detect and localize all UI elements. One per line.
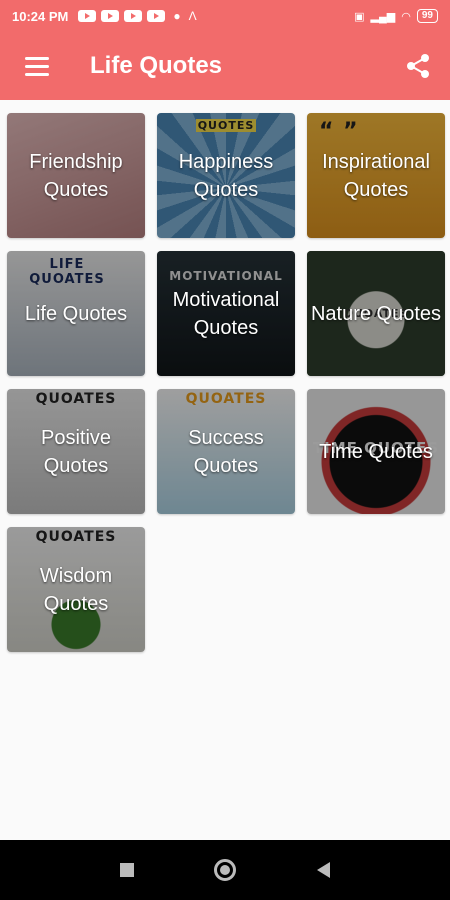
category-label: Nature Quotes: [310, 302, 442, 325]
recents-button[interactable]: [120, 863, 135, 877]
category-tile-positive[interactable]: QUOATES Positive Quotes: [7, 389, 145, 514]
youtube-notification-icon: [124, 10, 143, 22]
home-button[interactable]: [214, 859, 237, 881]
category-tile-wisdom[interactable]: QUOATES Wisdom Quotes: [7, 527, 145, 652]
category-tile-time[interactable]: TIME QUOTES Time Quotes: [307, 389, 445, 514]
system-icons: ▣ ▂▄▆ ◠ 99: [354, 9, 438, 23]
youtube-notification-icon: [147, 10, 166, 22]
category-tile-success[interactable]: QUOATES Success Quotes: [157, 389, 295, 514]
status-bar: 10:24 PM ● Λ ▣ ▂▄▆ ◠ 99: [0, 0, 450, 32]
category-label: Happiness Quotes: [178, 150, 274, 201]
warning-notification-icon: Λ: [188, 9, 197, 23]
category-tile-nature[interactable]: QUOATES Nature Quotes: [307, 251, 445, 376]
battery-icon: 99: [416, 9, 438, 23]
status-time: 10:24 PM: [12, 8, 69, 24]
menu-icon[interactable]: [14, 43, 60, 89]
category-tile-friendship[interactable]: Friendship Quotes: [7, 113, 145, 238]
notification-icons: ● Λ: [78, 9, 197, 23]
app-notification-icon: ●: [173, 9, 181, 23]
youtube-notification-icon: [101, 10, 120, 22]
category-label: Motivational Quotes: [172, 288, 280, 339]
category-tile-motivational[interactable]: MOTIVATIONAL Motivational Quotes: [157, 251, 295, 376]
category-label: Inspirational Quotes: [322, 150, 430, 201]
app-bar: Life Quotes: [0, 32, 450, 100]
category-tile-inspirational[interactable]: “ ” Inspirational Quotes: [307, 113, 445, 238]
youtube-notification-icon: [78, 10, 97, 22]
category-label: Friendship Quotes: [29, 150, 123, 201]
category-label: Wisdom Quotes: [39, 564, 113, 615]
category-grid: Friendship Quotes QUOTES Happiness Quote…: [7, 113, 447, 652]
category-tile-happiness[interactable]: QUOTES Happiness Quotes: [157, 113, 295, 238]
category-label: Time Quotes: [319, 440, 433, 463]
back-button[interactable]: [316, 862, 330, 878]
category-label: Positive Quotes: [40, 426, 112, 477]
category-label: Success Quotes: [188, 426, 264, 477]
system-nav-bar: [0, 840, 450, 900]
sim-icon: ▣: [354, 10, 365, 23]
signal-icon: ▂▄▆: [370, 10, 396, 23]
category-label: Life Quotes: [24, 302, 128, 325]
wifi-icon: ◠: [401, 10, 411, 23]
category-tile-life[interactable]: LIFE QUOATES Life Quotes: [7, 251, 145, 376]
share-icon[interactable]: [400, 48, 436, 84]
app-title: Life Quotes: [90, 52, 223, 79]
